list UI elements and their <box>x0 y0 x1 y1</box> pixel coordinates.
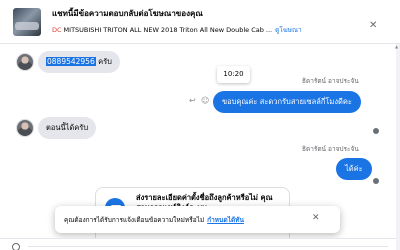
chat-window: แชทนี้มีข้อความตอบกลับต่อโฆษณาของคุณ ⅮⅭ M… <box>0 0 400 250</box>
chat-header: แชทนี้มีข้อความตอบกลับต่อโฆษณาของคุณ ⅮⅭ M… <box>0 0 400 44</box>
sender-name: ธิดารัตน์ อาจประจัน <box>302 77 359 85</box>
toast-text: คุณต้องการได้รับการแจ้งเตือนข้อความใหม่ห… <box>64 216 205 224</box>
ad-chip-icon: ⅮⅭ <box>52 26 62 34</box>
sender-name: ธิดารัตน์ อาจประจัน <box>302 145 359 153</box>
message-text: ครับ <box>95 57 112 66</box>
ad-text: MITSUBISHI TRITON ALL NEW 2018 Triton Al… <box>63 26 273 34</box>
add-icon[interactable] <box>12 243 20 250</box>
avatar <box>16 119 34 137</box>
close-icon[interactable]: ✕ <box>369 20 377 31</box>
message-bubble-incoming[interactable]: ตอนนี้ได้ครับ <box>38 117 97 139</box>
scrollbar[interactable] <box>395 44 400 250</box>
message-bubble-outgoing[interactable]: ได้ค่ะ <box>336 158 372 180</box>
reply-icon[interactable]: ↩ <box>189 96 196 105</box>
message-composer <box>0 238 396 250</box>
toast-message: คุณต้องการได้รับการแจ้งเตือนข้อความใหม่ห… <box>64 215 244 225</box>
read-receipt-avatar <box>373 178 379 184</box>
notification-toast: คุณต้องการได้รับการแจ้งเตือนข้อความใหม่ห… <box>55 206 340 233</box>
message-bubble-incoming[interactable]: 0889542956 ครับ <box>38 51 120 73</box>
ad-reference: ⅮⅭ MITSUBISHI TRITON ALL NEW 2018 Triton … <box>52 25 302 35</box>
avatar <box>16 53 34 71</box>
toast-settings-link[interactable]: กำหนดได้ทัน <box>207 216 244 224</box>
timestamp-tooltip: 10:20 <box>217 66 250 83</box>
read-receipt-avatar <box>373 128 379 134</box>
chat-notice-title: แชทนี้มีข้อความตอบกลับต่อโฆษณาของคุณ <box>52 9 203 18</box>
message-bubble-outgoing[interactable]: ขอบคุณค่ะ สะดวกรับสายเซลล์กี่โมงดีคะ <box>213 91 361 113</box>
emoji-icon[interactable]: ☺ <box>201 96 209 105</box>
close-icon[interactable]: ✕ <box>312 213 320 223</box>
view-ad-link[interactable]: ดูโฆษณา <box>275 26 302 34</box>
ad-thumbnail[interactable] <box>13 8 41 36</box>
message-input[interactable] <box>28 246 388 247</box>
phone-number-highlight: 0889542956 <box>46 57 96 66</box>
